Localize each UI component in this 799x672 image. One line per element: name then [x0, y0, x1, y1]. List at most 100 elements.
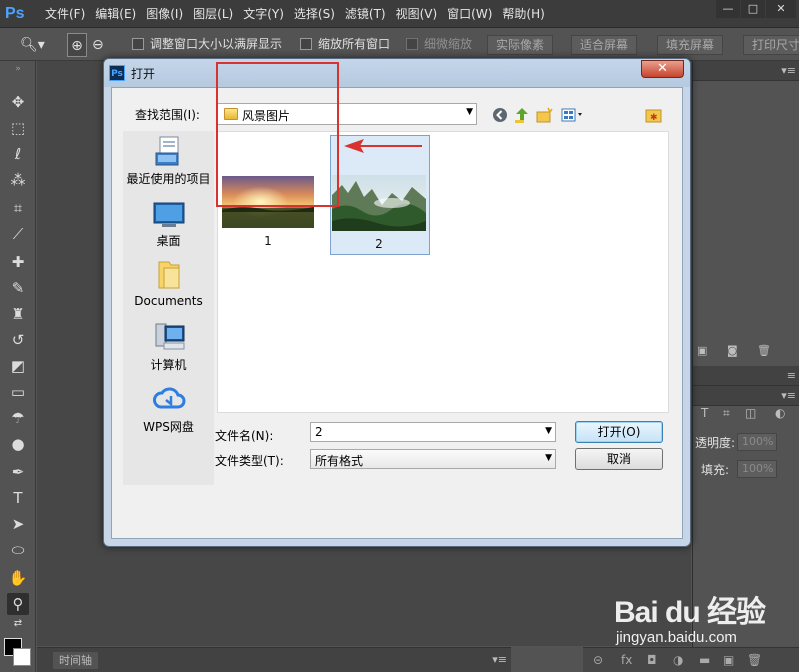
magic-wand-icon[interactable]: ⁂: [7, 169, 29, 191]
menu-select[interactable]: 选择(S): [293, 0, 344, 28]
file-type-select[interactable]: 所有格式 ▼: [310, 449, 556, 469]
link-layers-icon[interactable]: ⊝: [593, 653, 603, 667]
filter-shape-icon[interactable]: ⌗: [723, 406, 730, 421]
watermark-title: Bai du 经验: [614, 596, 766, 629]
type-icon[interactable]: T: [7, 487, 29, 509]
maximize-button[interactable]: □: [741, 0, 765, 18]
layers-panel-header: ▾≡: [693, 386, 799, 406]
filter-toggle-icon[interactable]: ◐: [775, 406, 785, 420]
zoom-all-checkbox[interactable]: [300, 38, 312, 50]
wps-cloud-icon: [152, 383, 186, 415]
dialog-title: 打开: [131, 67, 156, 81]
fit-screen-button[interactable]: 适合屏幕: [571, 35, 638, 55]
layers-panel-menu-icon[interactable]: ▾≡: [781, 389, 796, 402]
file-name-combo[interactable]: 2 ▼: [310, 422, 556, 442]
zoom-tool-preset-icon[interactable]: 🔍︎▾: [20, 33, 45, 57]
place-recent[interactable]: 最近使用的项目: [123, 135, 214, 187]
opacity-field[interactable]: 100%: [737, 433, 777, 451]
place-computer[interactable]: 计算机: [123, 321, 214, 373]
eyedropper-icon[interactable]: ⟋: [7, 223, 29, 245]
panel-menu-icon-mid[interactable]: ≡: [787, 369, 796, 382]
panel-collapse-icon[interactable]: »: [7, 64, 29, 74]
background-color-swatch[interactable]: [13, 648, 31, 666]
cancel-button[interactable]: 取消: [575, 448, 663, 470]
chevron-down-icon-filename: ▼: [545, 426, 552, 436]
healing-brush-icon[interactable]: ✚: [7, 251, 29, 273]
menu-window[interactable]: 窗口(W): [446, 0, 501, 28]
timeline-tab[interactable]: 时间轴: [53, 652, 98, 669]
place-documents[interactable]: Documents: [123, 259, 214, 308]
baidu-jingyan-watermark: Bai du 经验 jingyan.baidu.com: [614, 583, 794, 663]
menu-image[interactable]: 图像(I): [145, 0, 192, 28]
look-in-label: 查找范围(I):: [135, 108, 200, 122]
move-icon[interactable]: ✥: [7, 91, 29, 113]
scrubby-zoom-label: 细微缩放: [424, 37, 473, 51]
zoom-in-icon[interactable]: ⊕: [67, 33, 87, 57]
history-brush-icon[interactable]: ↺: [7, 329, 29, 351]
dodge-icon[interactable]: ●: [7, 433, 29, 455]
filter-smart-icon[interactable]: ◫: [745, 406, 756, 420]
new-folder-icon[interactable]: [536, 107, 554, 125]
view-menu-icon[interactable]: [560, 107, 588, 125]
menu-bar: Ps 文件(F) 编辑(E) 图像(I) 图层(L) 文字(Y) 选择(S) 滤…: [0, 0, 799, 28]
documents-folder-icon: [152, 259, 186, 291]
dialog-title-bar[interactable]: Ps 打开 ✕: [104, 59, 690, 87]
actual-pixels-button[interactable]: 实际像素: [487, 35, 554, 55]
zoom-icon[interactable]: ⚲: [7, 593, 29, 615]
file-name-input[interactable]: 2: [315, 425, 323, 439]
print-size-button[interactable]: 打印尺寸: [743, 35, 799, 55]
pen-icon[interactable]: ✒: [7, 461, 29, 483]
close-button[interactable]: ✕: [766, 0, 796, 18]
marquee-icon[interactable]: ⬚: [7, 117, 29, 139]
zoom-out-icon[interactable]: ⊖: [92, 33, 104, 57]
back-icon[interactable]: [491, 107, 509, 125]
timeline-menu-icon[interactable]: ▾≡: [492, 653, 507, 666]
fill-screen-button[interactable]: 填充屏幕: [657, 35, 724, 55]
up-folder-icon[interactable]: [513, 107, 531, 125]
gradient-icon[interactable]: ▭: [7, 381, 29, 403]
menu-help[interactable]: 帮助(H): [501, 0, 553, 28]
swap-colors-icon[interactable]: ⇄: [7, 617, 29, 631]
favorite-folder-icon[interactable]: ✱: [645, 107, 663, 125]
menu-file[interactable]: 文件(F): [44, 0, 94, 28]
menu-type[interactable]: 文字(Y): [242, 0, 293, 28]
brush-icon[interactable]: ✎: [7, 277, 29, 299]
dialog-close-button[interactable]: ✕: [641, 60, 684, 78]
scrubby-zoom-checkbox[interactable]: [406, 38, 418, 50]
menu-view[interactable]: 视图(V): [395, 0, 447, 28]
eraser-icon[interactable]: ◩: [7, 355, 29, 377]
ellipse-icon[interactable]: ⬭: [7, 539, 29, 561]
place-wps-cloud[interactable]: WPS网盘: [123, 383, 214, 435]
mountain-thumbnail: [332, 175, 426, 231]
panel-header-mid: ≡: [693, 366, 799, 386]
menu-layer[interactable]: 图层(L): [192, 0, 242, 28]
zoom-all-label: 缩放所有窗口: [318, 37, 391, 51]
menu-filter[interactable]: 滤镜(T): [344, 0, 395, 28]
red-highlight-box: [216, 62, 339, 207]
minimize-button[interactable]: —: [716, 0, 740, 18]
place-computer-label: 计算机: [150, 358, 187, 372]
resize-windows-checkbox[interactable]: [132, 38, 144, 50]
open-button[interactable]: 打开(O): [575, 421, 663, 443]
clone-stamp-icon[interactable]: ♜: [7, 303, 29, 325]
lasso-icon[interactable]: ℓ: [7, 143, 29, 165]
path-selection-icon[interactable]: ➤: [7, 513, 29, 535]
computer-icon: [152, 321, 186, 353]
crop-icon[interactable]: ⌗: [7, 197, 29, 219]
camera-icon[interactable]: ◙: [727, 344, 738, 357]
window-controls: — □ ✕: [715, 0, 796, 18]
menu-edit[interactable]: 编辑(E): [94, 0, 145, 28]
fill-field[interactable]: 100%: [737, 460, 777, 478]
chevron-down-icon: ▼: [466, 107, 473, 117]
blur-icon[interactable]: ☂: [7, 407, 29, 429]
file-name-label: 文件名(N):: [215, 429, 274, 443]
fill-label: 填充:: [701, 463, 730, 477]
trash-icon[interactable]: 🗑︎: [757, 344, 771, 357]
new-snapshot-icon[interactable]: ▣: [697, 344, 707, 357]
file-name: 1: [264, 234, 272, 248]
hand-icon[interactable]: ✋: [7, 567, 29, 589]
filter-type-icon[interactable]: T: [701, 406, 708, 420]
place-desktop[interactable]: 桌面: [123, 197, 214, 249]
recent-items-icon: [152, 135, 186, 167]
panel-menu-icon[interactable]: ▾≡: [781, 64, 796, 77]
